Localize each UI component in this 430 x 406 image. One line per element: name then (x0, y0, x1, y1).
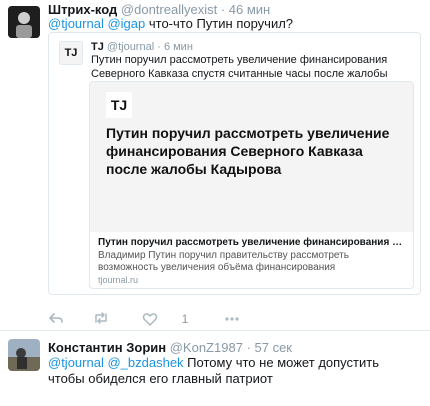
card-domain: tjournal.ru (98, 275, 139, 285)
tweet-time[interactable]: · 46 мин (221, 2, 270, 17)
like-count: 1 (181, 311, 189, 326)
card-description: Владимир Путин поручил правительству рас… (98, 250, 349, 273)
mention-link[interactable]: @tjournal (48, 16, 104, 31)
author-name[interactable]: Штрих-код (48, 2, 117, 17)
mention-link[interactable]: @igap (107, 16, 145, 31)
quoted-tweet[interactable]: TJ TJ @tjournal · 6 мин Путин поручил ра… (48, 32, 421, 295)
more-icon (225, 317, 239, 321)
like-button[interactable]: 1 (142, 310, 188, 326)
tweet-2[interactable]: Константин Зорин @KonZ1987 · 57 сек @tjo… (0, 331, 430, 406)
reply-button[interactable] (48, 310, 64, 326)
avatar-image (8, 6, 40, 38)
quoted-time[interactable]: · 6 мин (157, 41, 193, 53)
card-image[interactable]: TJ Путин поручил рассмотреть увеличение … (90, 82, 413, 232)
retweet-icon (95, 312, 107, 324)
quoted-author-name[interactable]: TJ (91, 41, 104, 53)
card-title[interactable]: Путин поручил рассмотреть увеличение фин… (98, 236, 403, 249)
more-button[interactable] (224, 310, 240, 326)
tweet-text: @tjournal @igap что-что Путин поручил? (48, 16, 294, 31)
tj-avatar[interactable]: TJ (59, 41, 83, 65)
author-name[interactable]: Константин Зорин (48, 340, 166, 355)
author-handle[interactable]: @KonZ1987 (170, 340, 243, 355)
tweet-time[interactable]: · 57 сек (247, 340, 292, 355)
quoted-author-handle[interactable]: @tjournal (107, 41, 154, 53)
card-image-headline: Путин поручил рассмотреть увеличение фин… (106, 125, 390, 177)
tweet-header: Константин Зорин @KonZ1987 · 57 сек (48, 340, 292, 356)
tweet-text: @tjournal @_bzdashek Потому что не может… (48, 355, 379, 386)
link-card[interactable]: TJ Путин поручил рассмотреть увеличение … (89, 81, 414, 289)
reply-icon (49, 313, 63, 323)
card-tj-logo: TJ (106, 92, 132, 118)
retweet-button[interactable] (92, 310, 110, 326)
tweet-1[interactable]: Штрих-код @dontreallyexist · 46 мин @tjo… (0, 0, 430, 330)
avatar[interactable] (8, 6, 40, 38)
mention-link[interactable]: @_bzdashek (107, 355, 183, 370)
author-handle[interactable]: @dontreallyexist (121, 2, 217, 17)
avatar-image (8, 339, 40, 371)
mention-link[interactable]: @tjournal (48, 355, 104, 370)
like-icon (142, 312, 158, 326)
avatar[interactable] (8, 339, 40, 371)
